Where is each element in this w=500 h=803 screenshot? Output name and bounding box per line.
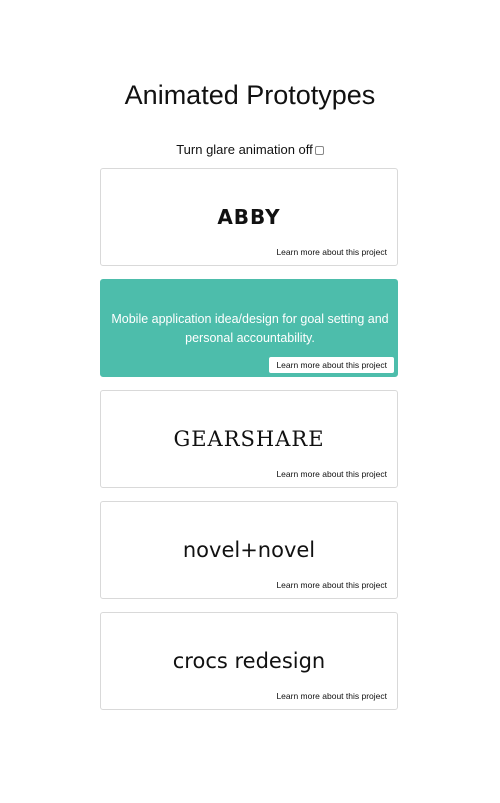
project-card-abby[interactable]: ABBY Learn more about this project <box>100 168 398 266</box>
project-card-gearshare[interactable]: GEARSHARE Learn more about this project <box>100 390 398 488</box>
learn-more-link-abby[interactable]: Learn more about this project <box>276 247 387 257</box>
learn-more-link-gearshare[interactable]: Learn more about this project <box>276 469 387 479</box>
glare-toggle-checkbox[interactable] <box>314 146 324 155</box>
glare-toggle[interactable]: Turn glare animation off <box>176 142 324 157</box>
project-card-crocs-redesign[interactable]: crocs redesign Learn more about this pro… <box>100 612 398 710</box>
glare-toggle-label: Turn glare animation off <box>176 142 313 157</box>
project-card-abby-hover[interactable]: Mobile application idea/design for goal … <box>100 279 398 377</box>
page-title: Animated Prototypes <box>124 80 376 110</box>
project-description-abby: Mobile application idea/design for goal … <box>111 312 389 345</box>
project-card-novel-novel[interactable]: novel+novel Learn more about this projec… <box>100 501 398 599</box>
learn-more-link-novel-novel[interactable]: Learn more about this project <box>276 580 387 590</box>
glare-toggle-row: Turn glare animation off <box>0 142 500 157</box>
learn-more-link-abby-hover[interactable]: Learn more about this project <box>269 357 394 373</box>
learn-more-link-crocs-redesign[interactable]: Learn more about this project <box>276 691 387 701</box>
